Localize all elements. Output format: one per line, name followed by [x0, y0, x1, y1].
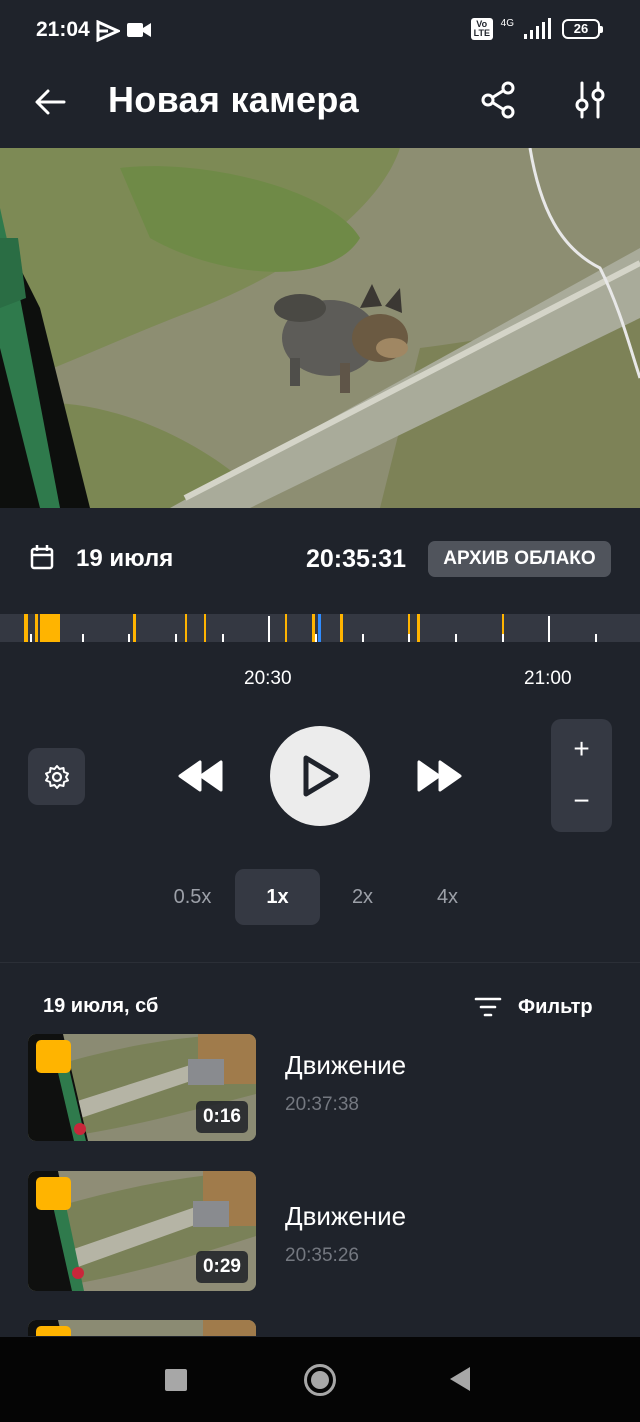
- minor-tick: [455, 634, 457, 642]
- video-camera-icon: [127, 23, 151, 37]
- minor-tick: [128, 634, 130, 642]
- event-type-marker: [36, 1177, 71, 1210]
- event-marker: [35, 614, 38, 642]
- timeline-label-2100: 21:00: [524, 668, 572, 689]
- event-markers: [24, 614, 504, 642]
- minor-tick: [362, 634, 364, 642]
- event-title: Движение: [285, 1201, 407, 1231]
- list-date-header: 19 июля, сб: [43, 995, 159, 1017]
- archive-cloud-badge[interactable]: АРХИВ ОБЛАКО: [428, 541, 611, 577]
- filter-button[interactable]: Фильтр: [474, 990, 593, 1024]
- share-button[interactable]: [474, 76, 522, 124]
- system-nav-bar: [0, 1337, 640, 1422]
- zoom-in-button[interactable]: +: [551, 725, 612, 773]
- timeline-label-2030: 20:30: [244, 668, 292, 689]
- major-tick: [548, 616, 550, 642]
- calendar-button[interactable]: [30, 544, 54, 575]
- minor-tick: [30, 634, 32, 642]
- app-bar: Новая камера: [0, 62, 640, 148]
- event-marker: [24, 614, 28, 642]
- major-tick: [268, 616, 270, 642]
- camera-video-frame[interactable]: [0, 148, 640, 508]
- playhead: [318, 614, 321, 642]
- minor-tick: [315, 634, 317, 642]
- arrow-back-icon: [35, 89, 66, 115]
- system-back-button[interactable]: [450, 1367, 470, 1391]
- section-divider: [0, 962, 640, 963]
- volte-indicator: Vo LTE: [470, 18, 493, 40]
- network-type: 4G: [500, 17, 514, 29]
- minor-tick: [82, 634, 84, 642]
- filter-label: Фильтр: [518, 995, 593, 1018]
- event-thumbnail: 0:16: [28, 1034, 256, 1141]
- event-duration: 0:29: [195, 1251, 248, 1283]
- current-date[interactable]: 19 июля: [76, 545, 173, 573]
- current-time: 20:35:31: [306, 545, 407, 573]
- event-marker: [312, 614, 315, 642]
- fast-forward-button[interactable]: [412, 748, 468, 804]
- calendar-icon: [30, 545, 54, 570]
- event-list: 0:16 Движение 20:37:38 0:29 Движение 20:…: [0, 1034, 640, 1336]
- event-title: Движение: [285, 1050, 407, 1080]
- video-scene: [0, 148, 640, 508]
- status-time: 21:04: [36, 18, 90, 41]
- zoom-out-button[interactable]: −: [551, 777, 612, 825]
- play-logo-icon: [96, 20, 120, 42]
- event-time: 20:35:26: [285, 1245, 359, 1266]
- event-type-marker: [36, 1040, 71, 1073]
- minor-tick: [408, 634, 410, 642]
- event-marker: [133, 614, 136, 642]
- event-time: 20:37:38: [285, 1094, 359, 1115]
- event-marker: [185, 614, 187, 642]
- recent-apps-button[interactable]: [165, 1369, 187, 1391]
- list-item[interactable]: [0, 1320, 640, 1336]
- event-marker: [340, 614, 343, 642]
- gear-icon: [44, 764, 69, 789]
- event-marker: [285, 614, 287, 642]
- event-marker: [40, 614, 60, 642]
- player-settings-button[interactable]: [28, 748, 85, 805]
- rewind-button[interactable]: [172, 748, 228, 804]
- event-duration: 0:16: [195, 1101, 248, 1133]
- speed-option-4x[interactable]: 4x: [405, 869, 490, 925]
- filter-icon: [474, 997, 502, 1017]
- list-item[interactable]: 0:29 Движение 20:35:26: [0, 1171, 640, 1293]
- fast-forward-icon: [417, 760, 462, 792]
- battery-indicator: 26: [562, 19, 603, 39]
- event-thumbnail: 0:29: [28, 1171, 256, 1291]
- event-marker: [204, 614, 206, 642]
- timeline-zoom-control: + −: [551, 719, 612, 832]
- event-type-marker: [36, 1326, 71, 1336]
- speed-option-0-5x[interactable]: 0.5x: [150, 869, 235, 925]
- tune-icon: [575, 81, 605, 119]
- archive-timeline[interactable]: [0, 614, 640, 642]
- status-bar: 21:04 Vo LTE 4G 26: [0, 0, 640, 62]
- share-icon: [481, 81, 515, 119]
- play-icon: [303, 755, 339, 797]
- status-right: Vo LTE 4G 26: [470, 17, 603, 40]
- status-left-icons: [96, 20, 152, 42]
- event-thumbnail: [28, 1320, 256, 1336]
- event-marker: [417, 614, 420, 642]
- list-item[interactable]: 0:16 Движение 20:37:38: [0, 1034, 640, 1156]
- rewind-icon: [178, 760, 223, 792]
- minor-tick: [175, 634, 177, 642]
- speed-option-2x[interactable]: 2x: [320, 869, 405, 925]
- back-button[interactable]: [28, 80, 72, 124]
- minor-tick: [502, 634, 504, 642]
- tune-button[interactable]: [566, 76, 614, 124]
- minor-tick: [222, 634, 224, 642]
- home-button[interactable]: [304, 1364, 336, 1396]
- minor-tick: [595, 634, 597, 642]
- date-row: 19 июля 20:35:31 АРХИВ ОБЛАКО: [0, 508, 640, 608]
- signal-icon: [524, 18, 551, 39]
- play-button[interactable]: [270, 726, 370, 826]
- speed-option-1x[interactable]: 1x: [235, 869, 320, 925]
- timeline-marks: [24, 614, 597, 642]
- page-title: Новая камера: [108, 79, 359, 120]
